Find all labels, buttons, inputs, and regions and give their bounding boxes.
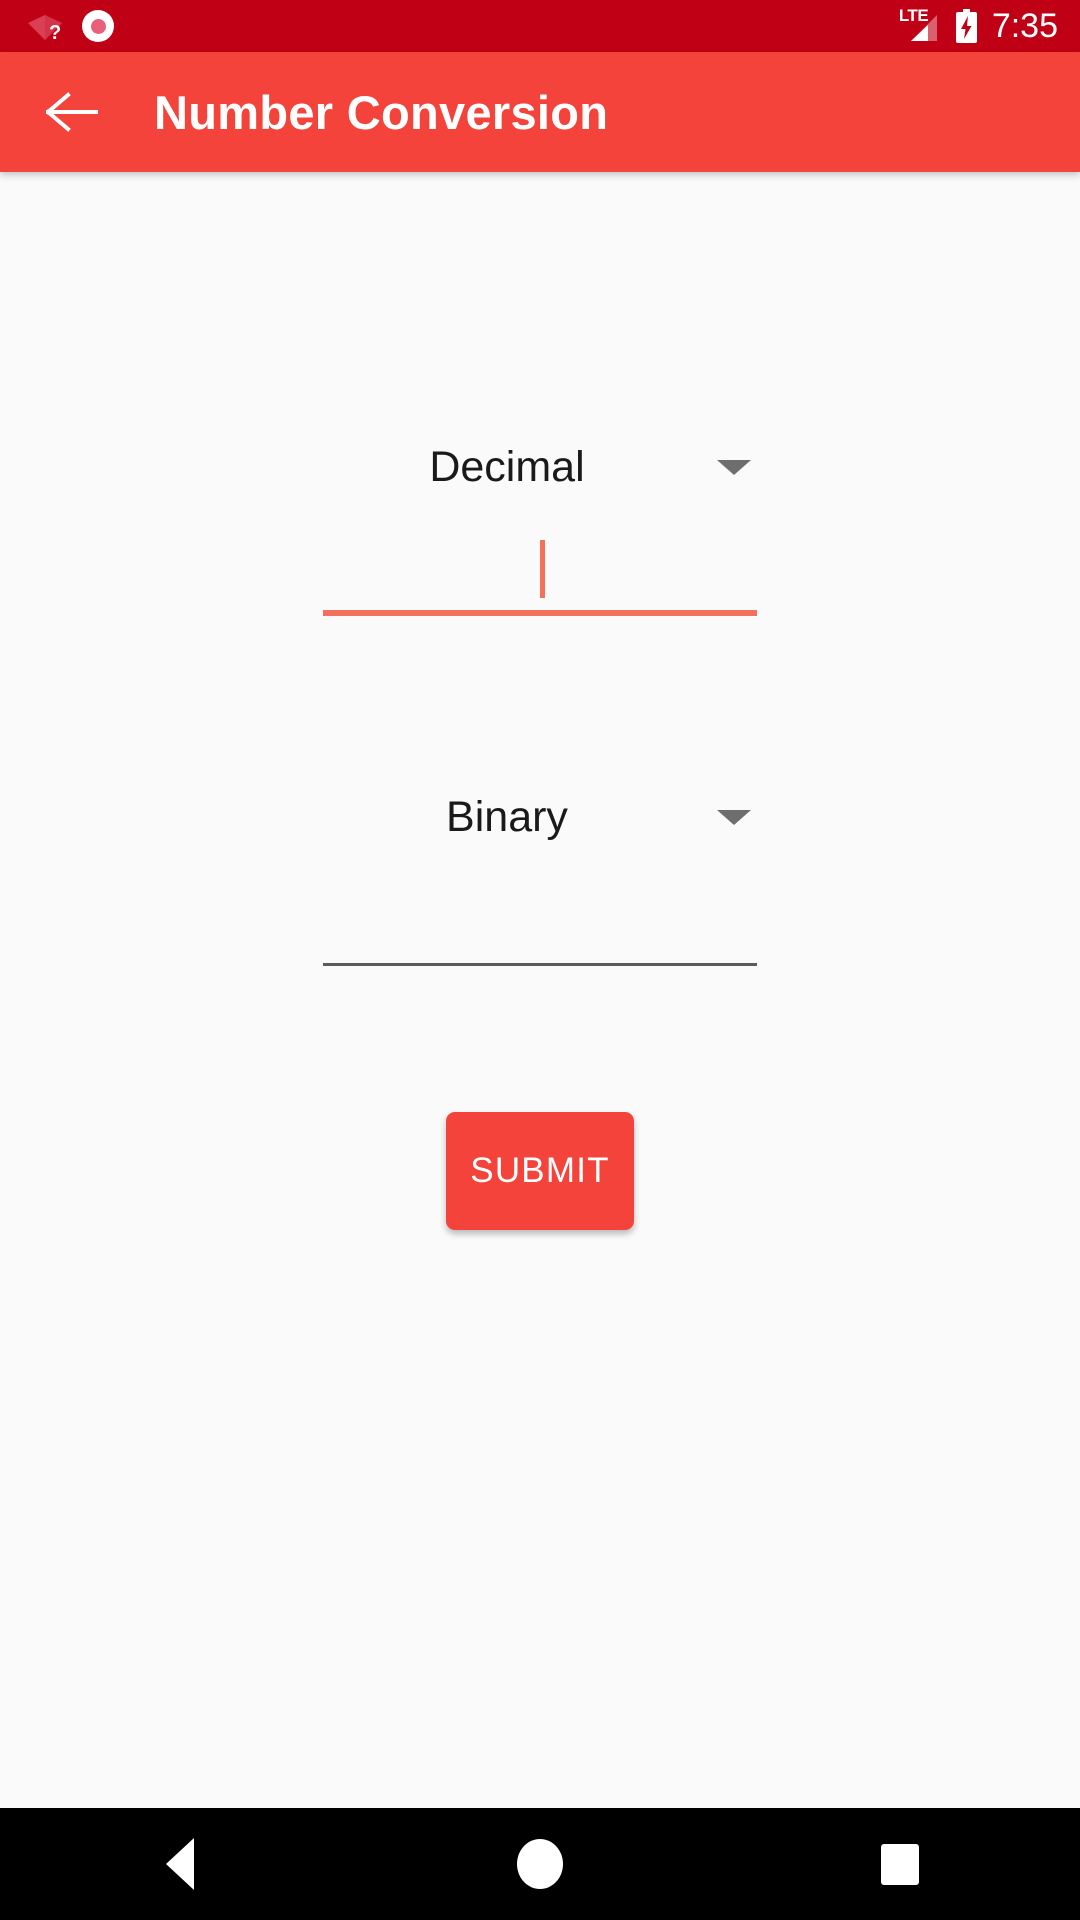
wifi-no-connection-icon: ? [26,11,64,41]
svg-text:?: ? [49,22,61,41]
screen-record-icon [82,10,114,42]
target-number-input[interactable] [323,874,757,966]
source-type-spinner[interactable]: Decimal [323,432,757,502]
chevron-down-icon [717,809,751,825]
nav-home-button[interactable] [360,1808,720,1920]
submit-button-container: SUBMIT [0,1112,1080,1230]
target-type-spinner-value: Binary [446,792,568,841]
nav-back-button[interactable] [0,1808,360,1920]
main-content: Decimal Binary SUBMIT [0,172,1080,1808]
submit-button[interactable]: SUBMIT [446,1112,634,1230]
battery-charging-icon [955,8,978,44]
circle-home-icon [517,1839,563,1889]
source-type-spinner-value: Decimal [429,442,585,491]
status-bar: ? LTE 7:35 [0,0,1080,52]
chevron-down-icon [717,459,751,475]
target-type-spinner[interactable]: Binary [323,782,757,852]
status-bar-left-icons: ? [26,10,114,42]
status-bar-clock: 7:35 [991,7,1058,45]
source-field-group: Decimal [0,432,1080,616]
signal-lte-icon: LTE [899,7,941,43]
phone-screen: ? LTE 7:35 Number Conversion Decimal Bin… [0,0,1080,1920]
source-number-input[interactable] [323,524,757,616]
nav-recents-button[interactable] [720,1808,1080,1920]
text-cursor [540,540,545,598]
system-navigation-bar [0,1808,1080,1920]
app-bar: Number Conversion [0,52,1080,172]
target-field-group: Binary [0,782,1080,966]
back-arrow-icon[interactable] [42,82,102,142]
target-input-underline [323,963,757,966]
page-title: Number Conversion [154,85,609,139]
square-recents-icon [881,1843,919,1885]
source-input-underline [323,610,757,616]
triangle-back-icon [166,1838,194,1890]
status-bar-right-icons: LTE 7:35 [899,7,1058,45]
